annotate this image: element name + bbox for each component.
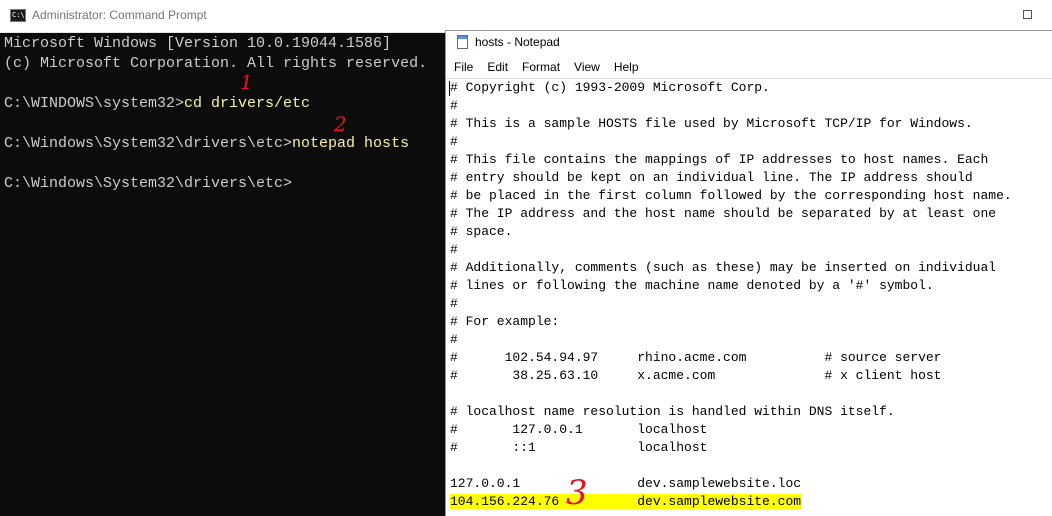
hosts-line: # space. (450, 223, 1012, 241)
hosts-line-text: # Copyright (c) 1993-2009 Microsoft Corp… (450, 80, 770, 95)
hosts-line-text: # entry should be kept on an individual … (450, 170, 973, 185)
menu-file[interactable]: File (446, 60, 479, 74)
console-text: (c) Microsoft Corporation. All rights re… (4, 55, 428, 72)
console-command: cd drivers/etc (184, 95, 311, 112)
notepad-title-bar[interactable]: hosts - Notepad (446, 31, 1052, 56)
notepad-icon (457, 35, 468, 49)
hosts-line: # 38.25.63.10 x.acme.com # x client host (450, 367, 1012, 385)
hosts-line: 127.0.0.1 dev.samplewebsite.loc (450, 475, 1012, 493)
hosts-line: # be placed in the first column followed… (450, 187, 1012, 205)
hosts-line-text: # Additionally, comments (such as these)… (450, 260, 997, 275)
hosts-line: # localhost name resolution is handled w… (450, 403, 1012, 421)
console-command: notepad hosts (292, 135, 410, 152)
hosts-line-text: # (450, 296, 458, 311)
hosts-line-text: # (450, 98, 458, 113)
cmd-title-bar[interactable]: C:\ Administrator: Command Prompt (0, 0, 1052, 33)
cmd-window-title: Administrator: Command Prompt (32, 8, 207, 22)
hosts-line-text: # ::1 localhost (450, 440, 708, 455)
hosts-line: # ::1 localhost (450, 439, 1012, 457)
annotation-step-2: 2 (334, 112, 347, 136)
hosts-line-text: # (450, 134, 458, 149)
hosts-line: # This file contains the mappings of IP … (450, 151, 1012, 169)
console-prompt: C:\WINDOWS\system32> (4, 95, 185, 112)
hosts-line: # The IP address and the host name shoul… (450, 205, 1012, 223)
hosts-line: # (450, 331, 1012, 349)
hosts-line: # Additionally, comments (such as these)… (450, 259, 1012, 277)
hosts-line: # This is a sample HOSTS file used by Mi… (450, 115, 1012, 133)
command-prompt-icon: C:\ (10, 9, 26, 22)
hosts-line-text: # (450, 242, 458, 257)
cmd-console-output[interactable]: Microsoft Windows [Version 10.0.19044.15… (4, 34, 444, 194)
hosts-line-text: # space. (450, 224, 513, 239)
hosts-line: # (450, 241, 1012, 259)
hosts-line-text: 127.0.0.1 dev.samplewebsite.loc (450, 476, 802, 491)
hosts-line: # For example: (450, 313, 1012, 331)
hosts-line-text: # 38.25.63.10 x.acme.com # x client host (450, 368, 942, 383)
hosts-line: # 102.54.94.97 rhino.acme.com # source s… (450, 349, 1012, 367)
annotation-step-1: 1 (240, 70, 253, 94)
highlighted-host-entry: 104.156.224.76 dev.samplewebsite.com (450, 493, 1012, 511)
hosts-line-text: # The IP address and the host name shoul… (450, 206, 997, 221)
hosts-line-text: # 102.54.94.97 rhino.acme.com # source s… (450, 350, 942, 365)
console-line: Microsoft Windows [Version 10.0.19044.15… (4, 34, 444, 54)
menu-view[interactable]: View (566, 60, 606, 74)
console-text: Microsoft Windows [Version 10.0.19044.15… (4, 35, 392, 52)
hosts-line: # 127.0.0.1 localhost (450, 421, 1012, 439)
hosts-line-text: # This file contains the mappings of IP … (450, 152, 989, 167)
hosts-line-text: # (450, 332, 458, 347)
hosts-line-text: # 127.0.0.1 localhost (450, 422, 708, 437)
console-prompt: C:\Windows\System32\drivers\etc> (4, 135, 293, 152)
hosts-line: # (450, 295, 1012, 313)
notepad-window[interactable]: hosts - Notepad File Edit Format View He… (445, 30, 1052, 516)
menu-edit[interactable]: Edit (479, 60, 514, 74)
hosts-line-text: # lines or following the machine name de… (450, 278, 934, 293)
hosts-line-text: # For example: (450, 314, 560, 329)
hosts-line: # entry should be kept on an individual … (450, 169, 1012, 187)
notepad-text-area[interactable]: # Copyright (c) 1993-2009 Microsoft Corp… (446, 78, 1052, 516)
console-line: C:\Windows\System32\drivers\etc>notepad … (4, 134, 444, 154)
console-line: C:\Windows\System32\drivers\etc> (4, 174, 444, 194)
notepad-window-title: hosts - Notepad (475, 35, 560, 49)
console-line: C:\WINDOWS\system32>cd drivers/etc (4, 94, 444, 114)
hosts-line: # Copyright (c) 1993-2009 Microsoft Corp… (450, 79, 1012, 97)
menu-help[interactable]: Help (606, 60, 645, 74)
hosts-line-text: # localhost name resolution is handled w… (450, 404, 895, 419)
hosts-file-content: # Copyright (c) 1993-2009 Microsoft Corp… (450, 79, 1012, 511)
hosts-line-text: 104.156.224.76 dev.samplewebsite.com (450, 494, 802, 509)
hosts-line-text: # be placed in the first column followed… (450, 188, 1012, 203)
console-line: (c) Microsoft Corporation. All rights re… (4, 54, 444, 74)
menu-format[interactable]: Format (514, 60, 566, 74)
hosts-line: # lines or following the machine name de… (450, 277, 1012, 295)
console-prompt: C:\Windows\System32\drivers\etc> (4, 175, 293, 192)
hosts-line: # (450, 97, 1012, 115)
hosts-line (450, 457, 1012, 475)
hosts-line-text: # This is a sample HOSTS file used by Mi… (450, 116, 973, 131)
notepad-menu-bar: File Edit Format View Help (446, 56, 1052, 78)
maximize-icon[interactable] (1023, 10, 1032, 19)
hosts-line (450, 385, 1012, 403)
hosts-line: # (450, 133, 1012, 151)
annotation-step-3: 3 (566, 473, 588, 513)
